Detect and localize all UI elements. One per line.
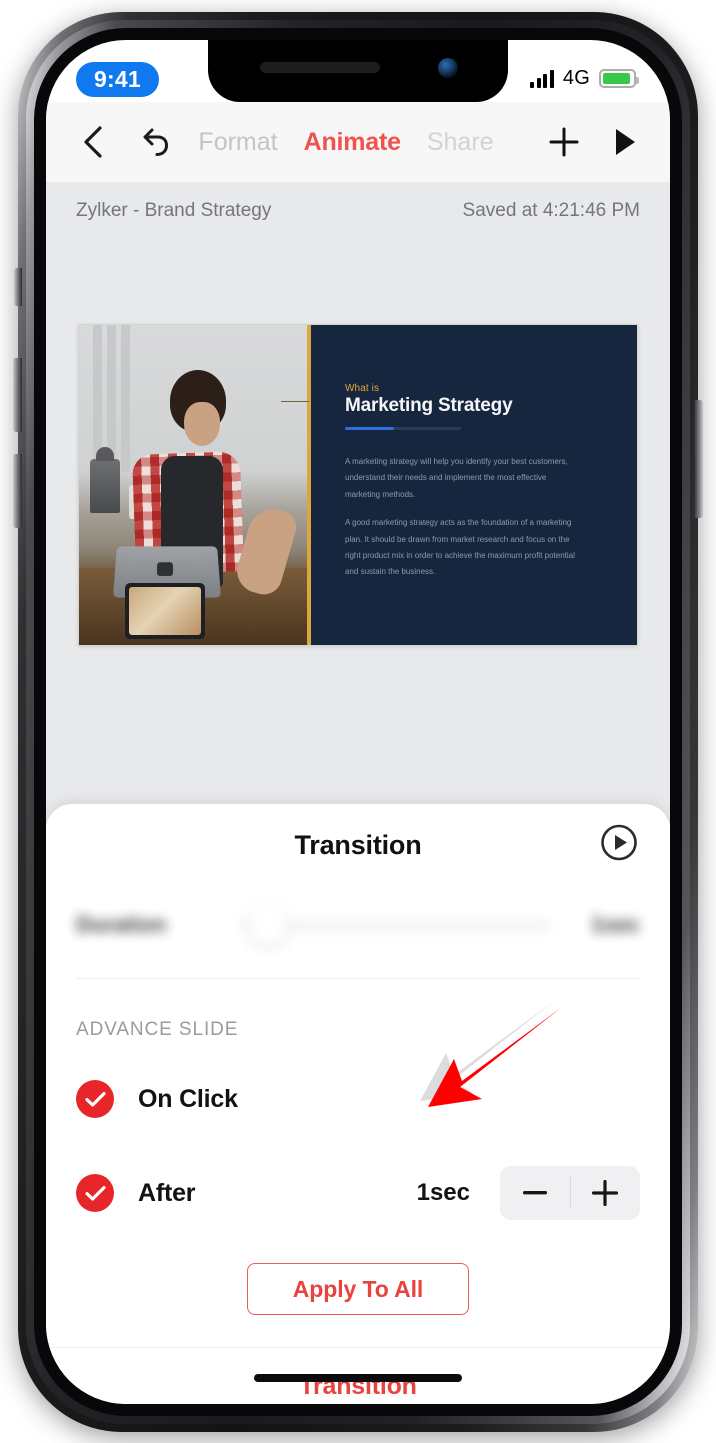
option-row-after[interactable]: After 1sec [46, 1159, 670, 1227]
screenshot-stage: 9:41 4G Format Animate Share Zylker - Br… [0, 0, 716, 1443]
stepper-increase-button[interactable] [571, 1166, 641, 1220]
front-camera-icon [438, 58, 458, 78]
slide-connector-line [281, 401, 309, 402]
slide-paragraph: A marketing strategy will help you ident… [345, 457, 568, 499]
transition-panel: Transition Duration 1sec ADVANCE SLIDE O… [46, 804, 670, 1404]
tab-format[interactable]: Format [198, 128, 277, 157]
slide-photo [79, 325, 311, 645]
toolbar-tabs: Format Animate Share [174, 128, 534, 157]
silent-switch-button[interactable] [14, 268, 22, 306]
battery-icon [599, 69, 639, 88]
phone-screen: 9:41 4G Format Animate Share Zylker - Br… [46, 40, 670, 1404]
volume-down-button[interactable] [13, 454, 22, 528]
document-title: Zylker - Brand Strategy [76, 200, 272, 221]
slide-accent-rule [345, 427, 461, 430]
apply-to-all-wrapper: Apply To All [46, 1263, 670, 1315]
slide-canvas: What is Marketing Strategy A marketing s… [46, 240, 670, 824]
app-toolbar: Format Animate Share [46, 102, 670, 182]
checkbox-on-click[interactable] [76, 1080, 114, 1118]
slide-thumbnail[interactable]: What is Marketing Strategy A marketing s… [78, 324, 638, 646]
option-label-after: After [138, 1178, 196, 1207]
after-duration-stepper[interactable] [500, 1166, 640, 1220]
apply-to-all-button[interactable]: Apply To All [247, 1263, 469, 1315]
status-indicators: 4G [530, 62, 639, 90]
slide-kicker: What is [345, 383, 380, 394]
network-type-label: 4G [562, 67, 590, 89]
slide-title: Marketing Strategy [345, 395, 513, 416]
back-button[interactable] [74, 125, 110, 159]
panel-title: Transition [294, 829, 422, 860]
after-duration-value: 1sec [416, 1179, 470, 1206]
volume-up-button[interactable] [13, 358, 22, 432]
preview-play-button[interactable] [600, 824, 638, 867]
checkbox-after[interactable] [76, 1174, 114, 1212]
power-button[interactable] [694, 400, 703, 518]
document-info-bar: Zylker - Brand Strategy Saved at 4:21:46… [46, 182, 670, 240]
duration-slider-thumb[interactable] [248, 905, 288, 945]
duration-slider[interactable] [240, 905, 550, 945]
saved-status: Saved at 4:21:46 PM [462, 200, 640, 221]
option-label-on-click: On Click [138, 1084, 238, 1113]
signal-bars-icon [530, 69, 554, 88]
slide-body: A marketing strategy will help you ident… [345, 454, 581, 581]
status-time: 9:41 [76, 62, 159, 98]
option-row-on-click[interactable]: On Click [46, 1065, 670, 1133]
earpiece-speaker-icon [260, 62, 380, 73]
tab-animate[interactable]: Animate [304, 128, 401, 157]
duration-label: Duration [76, 912, 167, 937]
tab-share[interactable]: Share [427, 128, 494, 157]
panel-header: Transition [46, 804, 670, 886]
add-button[interactable] [544, 125, 584, 159]
stepper-decrease-button[interactable] [500, 1166, 570, 1220]
device-notch [208, 40, 508, 102]
home-indicator[interactable] [254, 1374, 462, 1382]
slide-text-block: What is Marketing Strategy A marketing s… [281, 325, 637, 645]
present-button[interactable] [608, 127, 642, 157]
callout-arrow [416, 1001, 566, 1113]
advance-slide-section-label: ADVANCE SLIDE [76, 1019, 239, 1040]
slide-paragraph: A good marketing strategy acts as the fo… [345, 518, 575, 577]
duration-row[interactable]: Duration 1sec [46, 886, 670, 964]
undo-button[interactable] [138, 126, 174, 158]
duration-value: 1sec [591, 912, 640, 937]
